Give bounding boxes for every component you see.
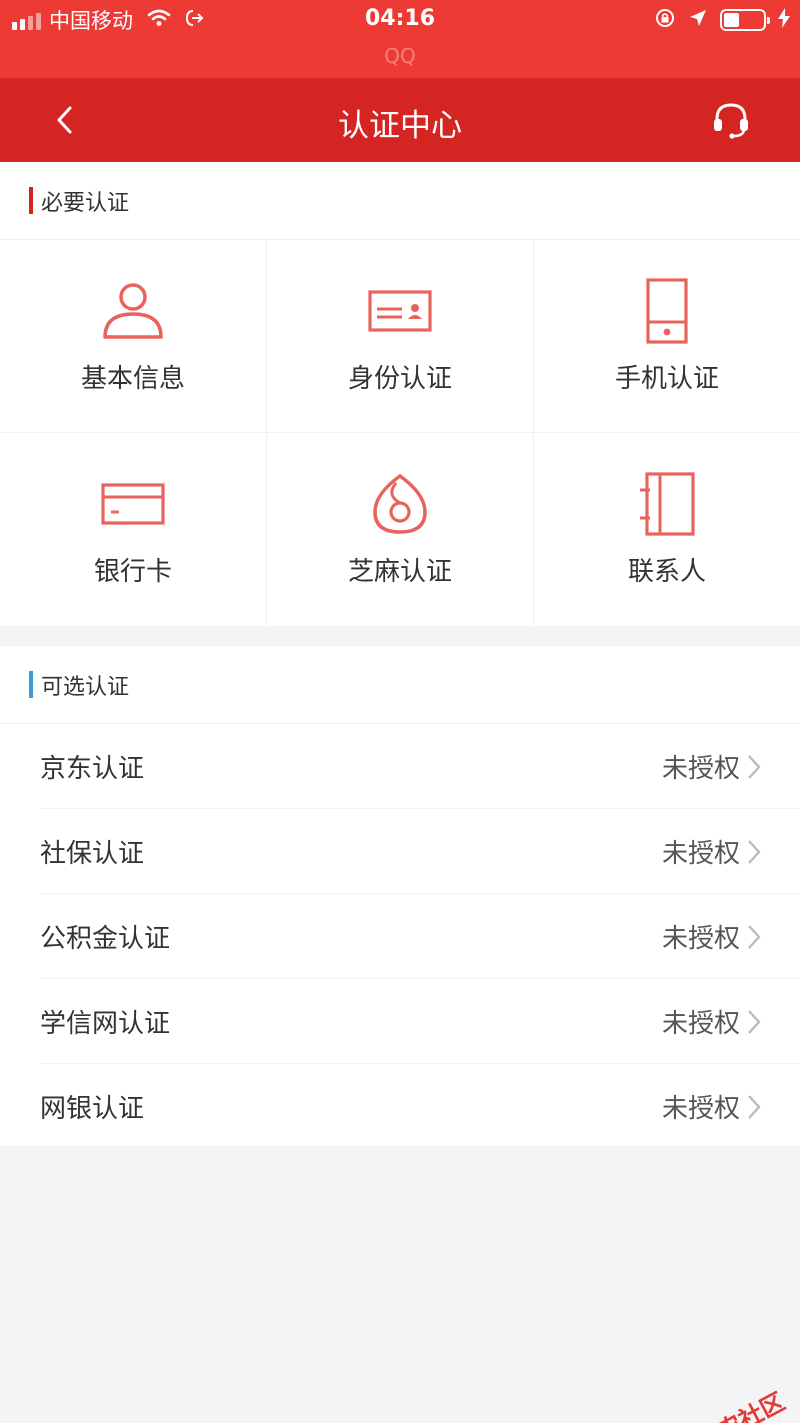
chevron-right-icon <box>748 925 761 949</box>
tile-label: 基本信息 <box>80 364 185 394</box>
status-text: 未授权 <box>661 1009 740 1039</box>
source-app-label: QQ <box>384 44 416 68</box>
location-icon <box>688 8 708 32</box>
phone-verification-tile[interactable]: 手机认证 <box>534 240 800 433</box>
status-text: 未授权 <box>661 924 740 954</box>
watermark: 卡农社区 <box>659 1382 790 1423</box>
bank-card-tile[interactable]: 银行卡 <box>0 433 267 626</box>
item-label: 网银认证 <box>40 1094 145 1124</box>
contacts-book-icon <box>534 471 800 537</box>
customer-service-button[interactable] <box>704 94 758 146</box>
item-label: 京东认证 <box>40 754 145 784</box>
item-label: 学信网认证 <box>40 1009 171 1039</box>
battery-fill <box>724 13 740 27</box>
required-section-title: 必要认证 <box>41 190 130 216</box>
bank-card-icon <box>0 471 266 537</box>
status-text: 未授权 <box>661 1094 740 1124</box>
person-icon <box>0 278 266 344</box>
page-title: 认证中心 <box>338 108 462 144</box>
list-item-chsi[interactable]: 学信网认证 未授权 <box>0 979 800 1064</box>
status-text: 未授权 <box>661 839 740 869</box>
item-label: 社保认证 <box>40 839 145 869</box>
sesame-verification-tile[interactable]: 芝麻认证 <box>267 433 534 626</box>
status-bar: 中国移动 04:16 QQ <box>0 0 800 78</box>
headset-icon <box>714 103 748 139</box>
watermark-text: 卡农社区 <box>691 1387 790 1423</box>
optional-section-title: 可选认证 <box>41 674 130 700</box>
list-item-online-banking[interactable]: 网银认证 未授权 <box>0 1064 800 1149</box>
chevron-right-icon <box>748 840 761 864</box>
charging-icon <box>778 8 790 32</box>
required-grid: 基本信息 身份认证 手机认证 银行卡 芝麻认证 联系人 <box>0 240 800 626</box>
chevron-right-icon <box>748 755 761 779</box>
item-label: 公积金认证 <box>40 924 171 954</box>
tile-label: 联系人 <box>627 557 706 587</box>
section-accent-bar <box>29 187 33 214</box>
battery-icon <box>720 9 770 31</box>
chevron-right-icon <box>748 1010 761 1034</box>
id-verification-tile[interactable]: 身份认证 <box>267 240 534 433</box>
optional-section-header: 可选认证 <box>0 646 800 724</box>
id-card-icon <box>267 278 533 344</box>
list-item-jd[interactable]: 京东认证 未授权 <box>0 724 800 809</box>
contacts-tile[interactable]: 联系人 <box>534 433 800 626</box>
required-section-header: 必要认证 <box>0 162 800 240</box>
list-item-housing-fund[interactable]: 公积金认证 未授权 <box>0 894 800 979</box>
basic-info-tile[interactable]: 基本信息 <box>0 240 267 433</box>
tile-label: 身份认证 <box>347 364 452 394</box>
tile-label: 芝麻认证 <box>347 557 452 587</box>
required-section: 必要认证 基本信息 身份认证 手机认证 银行卡 芝麻认证 联系人 <box>0 162 800 626</box>
tile-label: 银行卡 <box>93 557 172 587</box>
nav-bar: 认证中心 <box>0 78 800 162</box>
status-right <box>654 6 790 34</box>
section-accent-bar <box>29 671 33 698</box>
chevron-right-icon <box>748 1095 761 1119</box>
sesame-icon <box>267 471 533 537</box>
optional-section: 可选认证 京东认证 未授权 社保认证 未授权 公积金认证 未授权 学信网认证 未… <box>0 646 800 1146</box>
list-item-social-security[interactable]: 社保认证 未授权 <box>0 809 800 894</box>
tile-label: 手机认证 <box>614 364 719 394</box>
orientation-lock-icon <box>654 7 676 33</box>
phone-icon <box>534 278 800 344</box>
status-text: 未授权 <box>661 754 740 784</box>
